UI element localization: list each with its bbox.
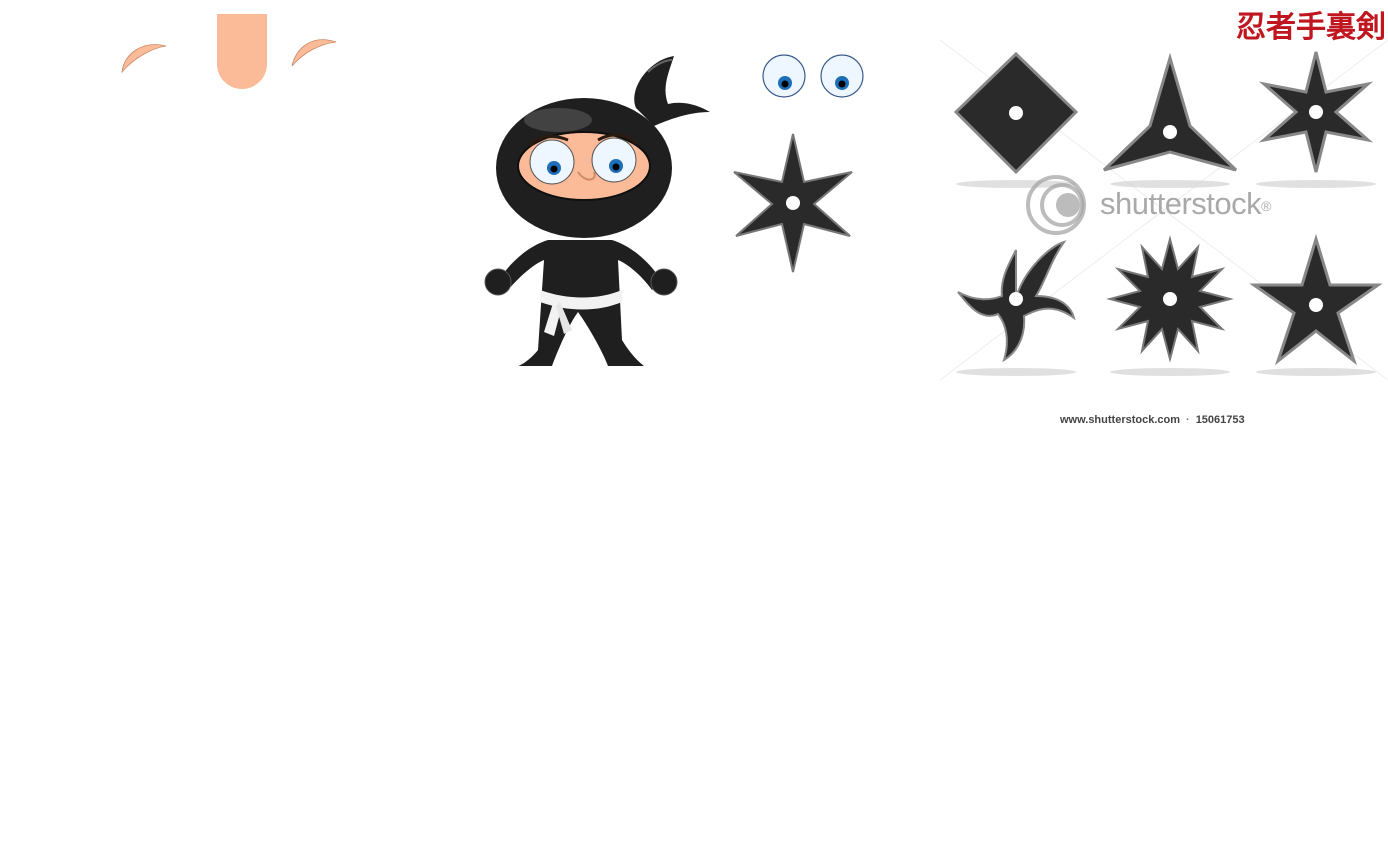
nose-sprite: [217, 14, 267, 89]
watermark-text: shutterstock®: [1100, 186, 1271, 222]
fist-left: [484, 268, 512, 296]
shuriken-six-point-b: [1258, 51, 1374, 173]
headband-tail: [634, 56, 710, 126]
footer-separator: ·: [1186, 414, 1190, 426]
skin-parts-sprites: [121, 14, 337, 89]
eyes-sprite: [762, 54, 864, 98]
shuriken-five-point: [1249, 233, 1383, 366]
watermark-mark: ®: [1261, 197, 1271, 214]
shuriken-six-point-sprite: [733, 133, 853, 273]
brow-right-sprite: [291, 39, 337, 67]
brow-left-sprite: [121, 44, 167, 74]
shutterstock-logo-icon: [1026, 175, 1086, 235]
watermark-footer: www.shutterstock.com · 15061753: [1060, 414, 1290, 426]
watermark-brand: shutterstock: [1100, 186, 1262, 221]
watermark-id: 15061753: [1195, 414, 1245, 426]
shuriken-twelve-point: [1106, 235, 1234, 363]
fist-right: [650, 268, 678, 296]
shuriken-four-point: [953, 51, 1079, 175]
watermark-url: www.shutterstock.com: [1060, 414, 1181, 426]
ninja-character-sprite: [484, 56, 710, 366]
shuriken-four-blade-swirl: [957, 240, 1076, 363]
eye-left-sprite: [762, 54, 806, 98]
shuriken-three-point: [1102, 52, 1238, 172]
